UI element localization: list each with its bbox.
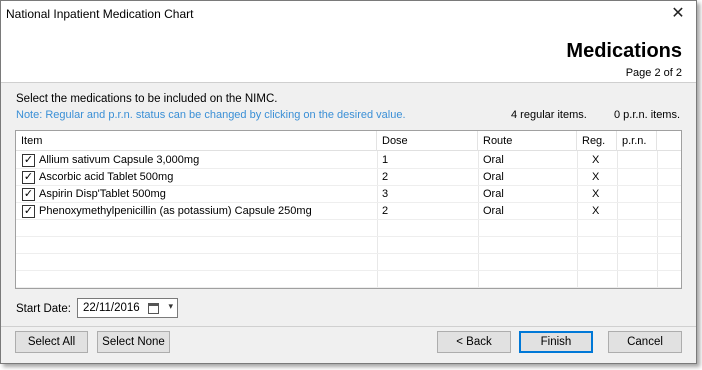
cell-route: Oral bbox=[483, 171, 504, 183]
cell-dose: 2 bbox=[382, 171, 389, 183]
wizard-header: Medications Page 2 of 2 bbox=[1, 28, 696, 83]
medications-grid: Item Dose Route Reg. p.r.n. ✓ Allium sat… bbox=[15, 130, 682, 289]
close-icon[interactable]: ✕ bbox=[668, 4, 688, 24]
column-header-reg[interactable]: Reg. bbox=[577, 131, 617, 151]
column-header-route[interactable]: Route bbox=[478, 131, 577, 151]
cell-item: Phenoxymethylpenicillin (as potassium) C… bbox=[39, 205, 312, 217]
cell-dose: 2 bbox=[382, 205, 389, 217]
cell-prn[interactable] bbox=[617, 203, 657, 220]
back-button[interactable]: < Back bbox=[437, 331, 511, 353]
cell-route: Oral bbox=[483, 188, 504, 200]
note-text: Note: Regular and p.r.n. status can be c… bbox=[16, 109, 406, 121]
page-indicator: Page 2 of 2 bbox=[625, 67, 682, 79]
select-none-button[interactable]: Select None bbox=[97, 331, 170, 353]
cell-reg[interactable]: X bbox=[587, 169, 599, 186]
grid-header: Item Dose Route Reg. p.r.n. bbox=[16, 131, 681, 151]
cell-dose: 3 bbox=[382, 188, 389, 200]
prn-count: 0 p.r.n. items. bbox=[614, 109, 681, 121]
instruction-text: Select the medications to be included on… bbox=[16, 93, 278, 105]
column-header-prn[interactable]: p.r.n. bbox=[617, 131, 657, 151]
cell-route: Oral bbox=[483, 205, 504, 217]
table-row[interactable]: ✓ Allium sativum Capsule 3,000mg 1 Oral … bbox=[16, 152, 681, 169]
table-row[interactable]: ✓ Ascorbic acid Tablet 500mg 2 Oral X bbox=[16, 169, 681, 186]
cell-item: Ascorbic acid Tablet 500mg bbox=[39, 171, 174, 183]
cell-reg[interactable]: X bbox=[587, 203, 599, 220]
dialog-window: National Inpatient Medication Chart ✕ Me… bbox=[0, 0, 697, 364]
start-date-picker[interactable]: 22/11/2016 ▾ bbox=[77, 298, 178, 318]
regular-count: 4 regular items. bbox=[511, 109, 587, 121]
column-header-dose[interactable]: Dose bbox=[377, 131, 478, 151]
cell-dose: 1 bbox=[382, 154, 389, 166]
finish-button[interactable]: Finish bbox=[519, 331, 593, 353]
column-header-item[interactable]: Item bbox=[16, 131, 377, 151]
chevron-down-icon[interactable]: ▾ bbox=[168, 301, 173, 312]
table-row[interactable]: ✓ Aspirin Disp'Tablet 500mg 3 Oral X bbox=[16, 186, 681, 203]
cancel-button[interactable]: Cancel bbox=[608, 331, 682, 353]
cell-prn[interactable] bbox=[617, 152, 657, 169]
empty-row bbox=[16, 254, 681, 271]
empty-row bbox=[16, 271, 681, 288]
cell-reg[interactable]: X bbox=[587, 186, 599, 203]
window-title: National Inpatient Medication Chart bbox=[6, 7, 194, 21]
cell-prn[interactable] bbox=[617, 169, 657, 186]
start-date-value[interactable]: 22/11/2016 bbox=[83, 302, 140, 314]
start-date-label: Start Date: bbox=[16, 303, 71, 315]
page-title: Medications bbox=[566, 40, 682, 62]
empty-row bbox=[16, 237, 681, 254]
footer-separator bbox=[1, 326, 696, 327]
empty-row bbox=[16, 220, 681, 237]
cell-route: Oral bbox=[483, 154, 504, 166]
calendar-icon[interactable] bbox=[148, 303, 159, 314]
cell-item: Allium sativum Capsule 3,000mg bbox=[39, 154, 200, 166]
table-row[interactable]: ✓ Phenoxymethylpenicillin (as potassium)… bbox=[16, 203, 681, 220]
select-all-button[interactable]: Select All bbox=[15, 331, 88, 353]
cell-item: Aspirin Disp'Tablet 500mg bbox=[39, 188, 166, 200]
title-bar: National Inpatient Medication Chart ✕ bbox=[1, 1, 696, 28]
cell-prn[interactable] bbox=[617, 186, 657, 203]
cell-reg[interactable]: X bbox=[587, 152, 599, 169]
